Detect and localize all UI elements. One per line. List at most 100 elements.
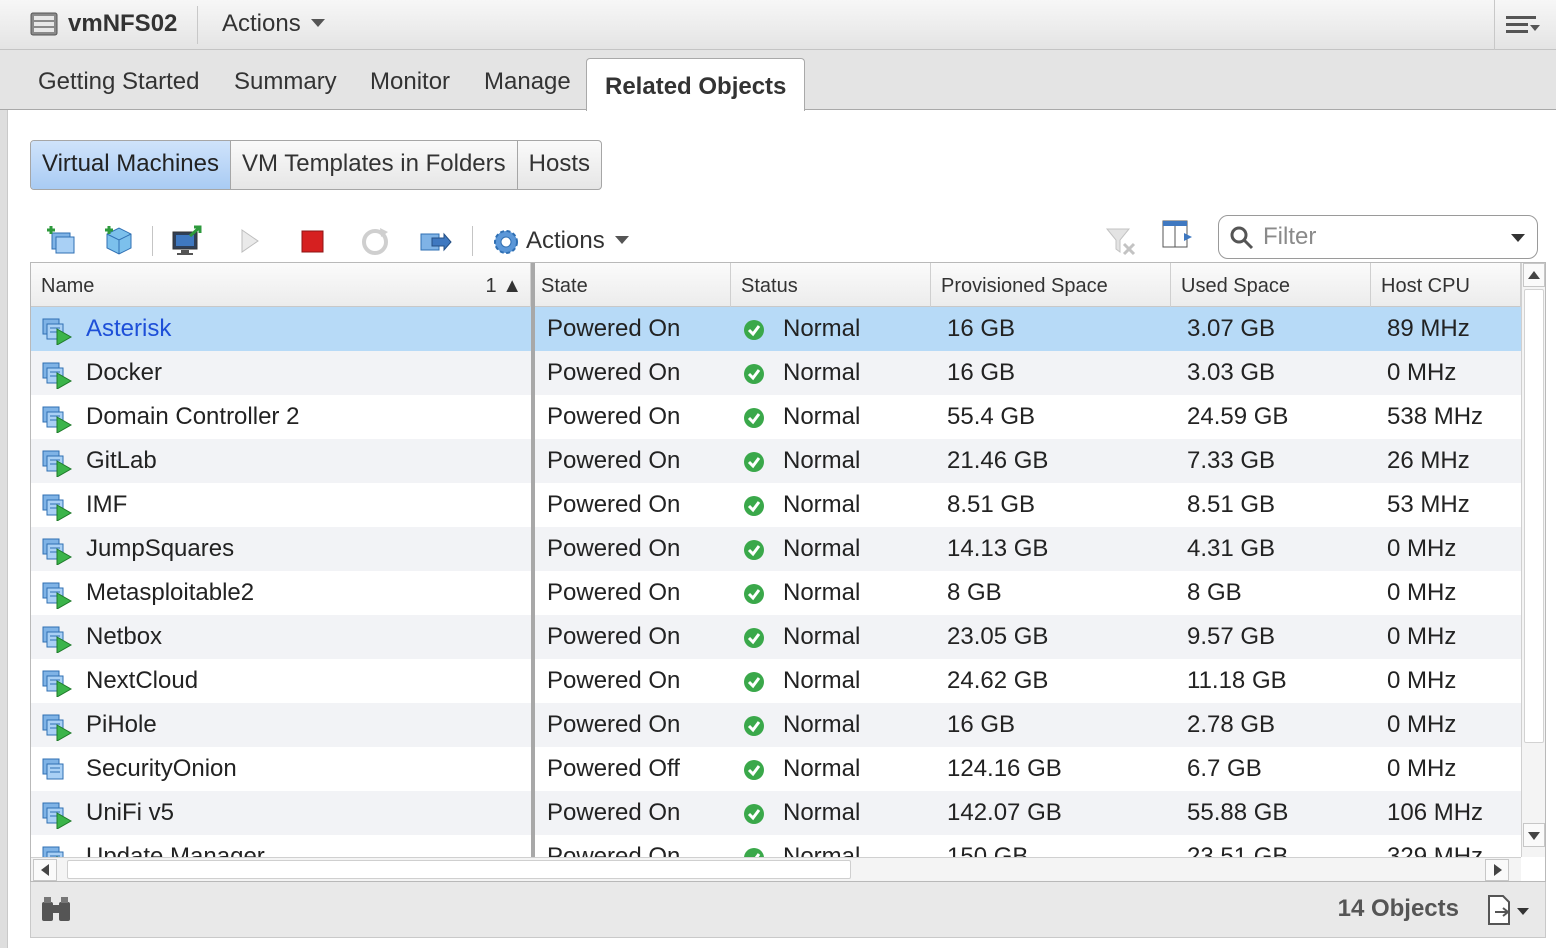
column-header-state[interactable]: State (531, 263, 731, 307)
cell-host-cpu: 0 MHz (1371, 747, 1521, 791)
table-row[interactable]: Asterisk Powered On Normal 16 GB 3.07 GB 89 M… (31, 307, 1521, 351)
open-console-icon[interactable] (170, 224, 204, 258)
column-header-used-space[interactable]: Used Space (1171, 263, 1371, 307)
table-row[interactable]: JumpSquares Powered On Normal 14.13 GB 4.31 … (31, 527, 1521, 571)
horizontal-scrollbar[interactable] (31, 857, 1521, 881)
grid-header: Name 1 ▲ State Status Provisioned Space … (31, 263, 1521, 307)
cell-vm-name[interactable]: Metasploitable2 (31, 571, 531, 615)
table-row[interactable]: NextCloud Powered On Normal 24.62 GB 11.18 G… (31, 659, 1521, 703)
divider (1494, 0, 1495, 50)
power-off-icon[interactable] (296, 224, 330, 258)
column-header-host-cpu[interactable]: Host CPU (1371, 263, 1521, 307)
cell-vm-name[interactable]: UniFi v5 (31, 791, 531, 835)
cell-state-text: Powered On (547, 315, 681, 342)
column-header-name[interactable]: Name 1 ▲ (31, 263, 531, 307)
cell-used-space-text: 9.57 GB (1187, 623, 1276, 650)
vm-name: Docker (86, 359, 163, 386)
scroll-left-button[interactable] (33, 859, 57, 881)
tab-related-objects[interactable]: Related Objects (586, 58, 806, 111)
cell-vm-name[interactable]: PiHole (31, 703, 531, 747)
table-row[interactable]: Netbox Powered On Normal 23.05 GB 9.57 GB 0 M… (31, 615, 1521, 659)
deploy-ovf-icon[interactable] (102, 224, 136, 258)
virtual-machine-icon (42, 406, 73, 433)
header-actions-menu[interactable]: Actions (222, 10, 325, 38)
virtual-machine-icon (42, 362, 73, 389)
cell-used-space-text: 3.03 GB (1187, 359, 1276, 386)
subtab-vm-templates[interactable]: VM Templates in Folders (231, 141, 518, 189)
cell-state-text: Powered On (547, 843, 681, 857)
vm-grid: Name 1 ▲ State Status Provisioned Space … (30, 262, 1546, 882)
binoculars-icon[interactable] (39, 894, 73, 924)
cell-vm-name[interactable]: SecurityOnion (31, 747, 531, 791)
show-columns-icon[interactable] (1160, 218, 1194, 252)
cell-state: Powered On (531, 483, 731, 527)
cell-status: Normal (731, 791, 931, 835)
tab-manage[interactable]: Manage (484, 68, 571, 96)
table-row[interactable]: UniFi v5 Powered On Normal 142.07 GB 55.88 G… (31, 791, 1521, 835)
export-icon[interactable] (1485, 894, 1531, 926)
toolbar-divider (472, 226, 473, 256)
table-row[interactable]: Metasploitable2 Powered On Normal 8 GB 8 GB 0… (31, 571, 1521, 615)
cell-vm-name[interactable]: Domain Controller 2 (31, 395, 531, 439)
cell-host-cpu-text: 0 MHz (1387, 667, 1457, 694)
filter-dropdown-icon[interactable] (1511, 234, 1525, 242)
scroll-down-button[interactable] (1523, 823, 1545, 847)
cell-host-cpu: 53 MHz (1371, 483, 1521, 527)
subtab-hosts[interactable]: Hosts (518, 141, 601, 189)
cell-vm-name[interactable]: Netbox (31, 615, 531, 659)
tab-monitor[interactable]: Monitor (370, 68, 450, 96)
panel-menu-icon[interactable] (1502, 12, 1542, 38)
cell-state: Powered On (531, 439, 731, 483)
vm-name: Update Manager (86, 843, 265, 857)
vm-name: Netbox (86, 623, 163, 650)
new-vm-icon[interactable] (44, 224, 78, 258)
frozen-column-splitter[interactable] (531, 263, 535, 863)
cell-vm-name[interactable]: Update Manager (31, 835, 531, 857)
left-edge (0, 50, 8, 948)
horizontal-scroll-thumb[interactable] (67, 860, 851, 879)
cell-vm-name[interactable]: GitLab (31, 439, 531, 483)
virtual-machine-icon (42, 626, 73, 653)
cell-state: Powered On (531, 395, 731, 439)
table-row[interactable]: Update Manager Powered On Normal 150 GB 23.5… (31, 835, 1521, 857)
cell-provisioned-space: 124.16 GB (931, 747, 1171, 791)
cell-state-text: Powered On (547, 579, 681, 606)
table-row[interactable]: PiHole Powered On Normal 16 GB 2.78 GB 0 MHz (31, 703, 1521, 747)
column-header-status[interactable]: Status (731, 263, 931, 307)
cell-state-text: Powered On (547, 711, 681, 738)
table-row[interactable]: SecurityOnion Powered Off Normal 124.16 GB 6… (31, 747, 1521, 791)
cell-provisioned-space-text: 8.51 GB (947, 491, 1036, 518)
cell-vm-name[interactable]: IMF (31, 483, 531, 527)
vertical-scroll-thumb[interactable] (1524, 289, 1544, 743)
cell-host-cpu-text: 0 MHz (1387, 623, 1457, 650)
table-row[interactable]: Docker Powered On Normal 16 GB 3.03 GB 0 MHz (31, 351, 1521, 395)
power-on-icon[interactable] (232, 224, 266, 258)
table-row[interactable]: IMF Powered On Normal 8.51 GB 8.51 GB 53 MHz (31, 483, 1521, 527)
column-header-label: Name (41, 275, 95, 297)
cell-state: Powered On (531, 571, 731, 615)
tab-summary[interactable]: Summary (234, 68, 337, 96)
cell-vm-name[interactable]: NextCloud (31, 659, 531, 703)
cell-provisioned-space: 8.51 GB (931, 483, 1171, 527)
cell-status-text: Normal (783, 447, 861, 474)
cell-vm-name[interactable]: Asterisk (31, 307, 531, 351)
table-row[interactable]: Domain Controller 2 Powered On Normal 55.4 … (31, 395, 1521, 439)
clear-filter-icon[interactable] (1104, 224, 1138, 258)
cell-vm-name[interactable]: JumpSquares (31, 527, 531, 571)
cell-vm-name[interactable]: Docker (31, 351, 531, 395)
cell-state: Powered On (531, 703, 731, 747)
scroll-right-button[interactable] (1485, 859, 1509, 881)
cell-state-text: Powered On (547, 623, 681, 650)
tab-getting-started[interactable]: Getting Started (38, 68, 199, 96)
subtab-virtual-machines[interactable]: Virtual Machines (31, 141, 231, 189)
table-row[interactable]: GitLab Powered On Normal 21.46 GB 7.33 GB 26 … (31, 439, 1521, 483)
cell-state: Powered On (531, 527, 731, 571)
column-header-provisioned-space[interactable]: Provisioned Space (931, 263, 1171, 307)
vertical-scrollbar[interactable] (1521, 263, 1545, 857)
cell-used-space: 3.03 GB (1171, 351, 1371, 395)
cell-used-space: 6.7 GB (1171, 747, 1371, 791)
filter-input[interactable] (1263, 222, 1493, 252)
migrate-icon[interactable] (418, 224, 452, 258)
reset-icon[interactable] (358, 224, 392, 258)
scroll-up-button[interactable] (1523, 263, 1545, 287)
